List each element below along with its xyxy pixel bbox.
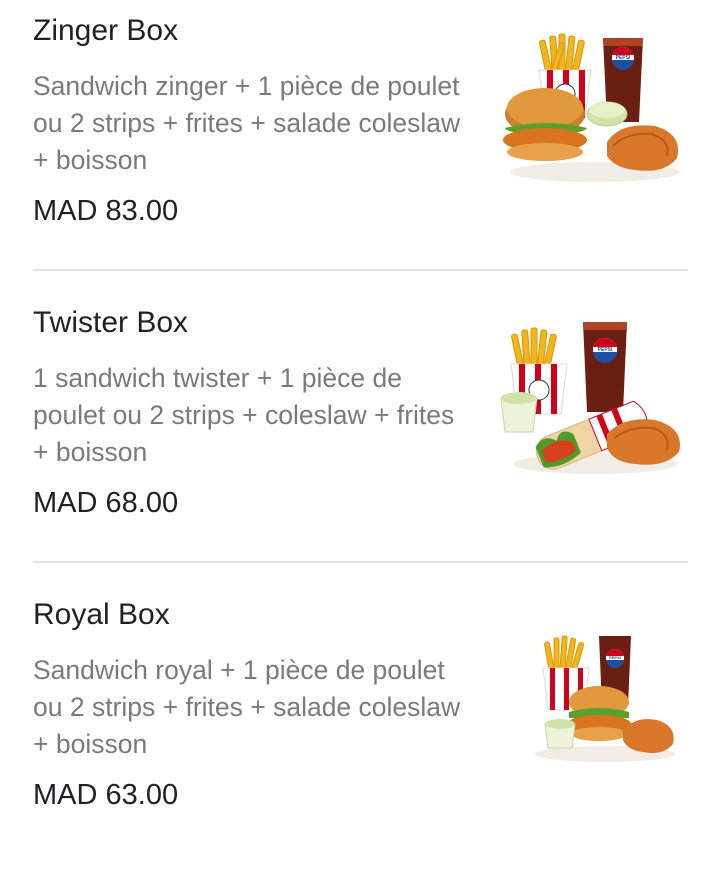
svg-text:PEPSI: PEPSI <box>609 655 621 660</box>
item-name: Zinger Box <box>33 14 179 47</box>
menu-item-royal-box[interactable]: Royal Box Sandwich royal + 1 pièce de po… <box>0 584 719 874</box>
item-name: Twister Box <box>33 306 189 339</box>
item-price: MAD 68.00 <box>33 487 179 519</box>
item-price: MAD 63.00 <box>33 779 179 811</box>
menu-list: Zinger Box Sandwich zinger + 1 pièce de … <box>0 0 719 841</box>
item-description: Sandwich zinger + 1 pièce de poulet ou 2… <box>33 71 461 175</box>
item-description: 1 sandwich twister + 1 pièce de poulet o… <box>33 363 455 467</box>
divider <box>33 269 688 271</box>
svg-text:PEPSI: PEPSI <box>616 55 631 61</box>
svg-text:PEPSI: PEPSI <box>598 347 613 353</box>
item-price: MAD 83.00 <box>33 195 179 227</box>
divider <box>33 561 688 563</box>
royal-box-meal-icon[interactable]: PEPSI <box>495 606 690 771</box>
menu-item-zinger-box[interactable]: Zinger Box Sandwich zinger + 1 pièce de … <box>0 0 719 290</box>
item-name: Royal Box <box>33 598 170 631</box>
twister-box-meal-icon[interactable]: PEPSI <box>495 314 690 479</box>
menu-item-twister-box[interactable]: Twister Box 1 sandwich twister + 1 pièce… <box>0 292 719 582</box>
zinger-box-meal-icon[interactable]: PEPSI <box>495 22 690 187</box>
item-description: Sandwich royal + 1 pièce de poulet ou 2 … <box>33 655 461 759</box>
